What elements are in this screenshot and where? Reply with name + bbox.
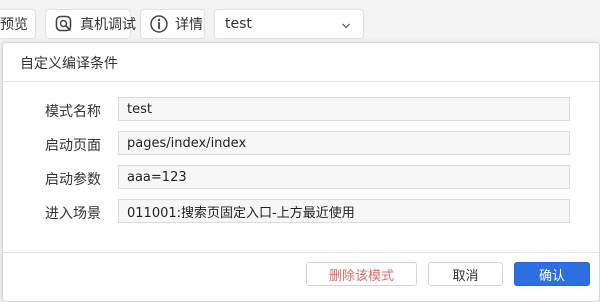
dialog-header-divider: [3, 81, 599, 82]
toolbar: 预览 真机调试 详情 test: [0, 0, 600, 45]
preview-label: 预览: [0, 17, 28, 33]
start-params-label: 启动参数: [45, 172, 101, 188]
entry-scene-input[interactable]: [118, 199, 570, 223]
start-params-input[interactable]: [118, 165, 570, 189]
details-button[interactable]: 详情: [140, 9, 205, 39]
delete-mode-button[interactable]: 删除该模式: [306, 262, 417, 286]
dialog-footer-divider: [3, 252, 599, 253]
info-icon: [149, 14, 169, 34]
debug-label: 真机调试: [80, 17, 136, 33]
mode-name-input[interactable]: [118, 97, 570, 121]
chevron-down-icon: [341, 19, 351, 29]
field-row-start-page: 启动页面: [3, 131, 600, 157]
custom-compile-dialog: 自定义编译条件 模式名称 启动页面 启动参数 进入场景 删除该模式 取消 确认: [2, 42, 600, 302]
preview-button[interactable]: 预览: [0, 9, 36, 39]
field-row-start-params: 启动参数: [3, 165, 600, 191]
details-label: 详情: [175, 17, 203, 33]
start-page-label: 启动页面: [45, 138, 101, 154]
compile-mode-select[interactable]: test: [214, 9, 364, 39]
dialog-title: 自定义编译条件: [20, 56, 118, 72]
debug-device-icon: [54, 14, 74, 34]
confirm-button[interactable]: 确认: [514, 262, 590, 286]
real-device-debug-button[interactable]: 真机调试: [45, 9, 136, 39]
mode-name-label: 模式名称: [45, 104, 101, 120]
field-row-entry-scene: 进入场景: [3, 199, 600, 225]
field-row-mode-name: 模式名称: [3, 97, 600, 123]
start-page-input[interactable]: [118, 131, 570, 155]
cancel-button[interactable]: 取消: [428, 262, 503, 286]
compile-mode-value: test: [225, 16, 252, 32]
entry-scene-label: 进入场景: [45, 206, 101, 222]
